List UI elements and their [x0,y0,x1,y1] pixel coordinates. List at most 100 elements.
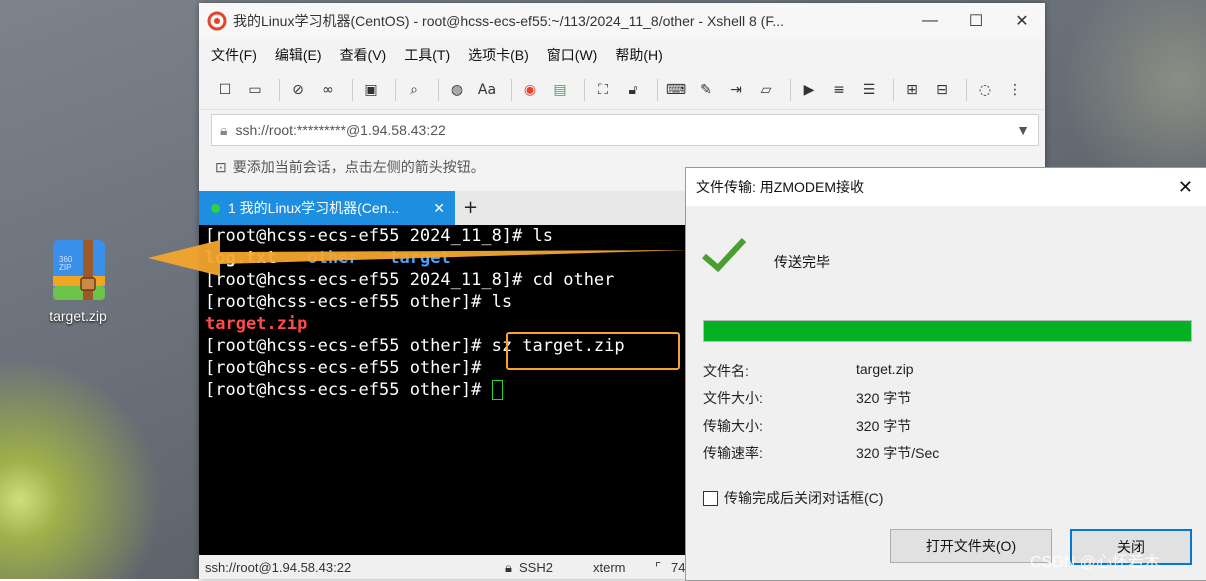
toolbar-separator [352,79,353,101]
address-text: ssh://root:*********@1.94.58.43:22 [235,122,446,138]
tab-close-icon[interactable]: ✕ [433,200,445,217]
chat-icon[interactable]: ◌ [973,78,997,102]
lock-address-icon: 🔒︎ [220,121,228,138]
session-properties-icon[interactable]: ▣ [359,78,383,102]
terminal-file-name: log.txt [205,248,308,268]
tab-label: 1 我的Linux学习机器(Cen... [228,200,400,216]
find-icon[interactable]: ⌕ [402,78,426,102]
terminal-cursor [491,380,503,400]
window-title: 我的Linux学习机器(CentOS) - root@hcss-ecs-ef55… [233,13,784,29]
menu-tabs[interactable]: 选项卡(B) [468,45,529,65]
checkbox-box[interactable] [703,490,718,506]
script-icon[interactable]: ▱ [754,78,778,102]
minimize-button[interactable]: — [907,12,953,30]
toolbar-separator [893,79,894,101]
status-size: 74 [671,560,686,575]
zip-type-text: ZIP [59,263,71,272]
dialog-title-bar[interactable]: 文件传输: 用ZMODEM接收 ✕ [686,168,1206,206]
new-session-icon[interactable]: ☐ [213,78,237,102]
dialog-close-icon[interactable]: ✕ [1178,177,1193,198]
chevron-down-icon[interactable]: ▼ [1016,122,1030,138]
file-size-label: 文件大小: [703,390,763,406]
address-bar[interactable]: 🔒︎ ssh://root:*********@1.94.58.43:22 ▼ [211,114,1039,146]
zmodem-dialog: 文件传输: 用ZMODEM接收 ✕ 传送完毕 文件名: target.zip 文… [685,167,1206,581]
disconnect-icon[interactable]: ⊘ [286,78,310,102]
progress-fill [704,321,1191,341]
command-highlight-box [506,332,680,370]
keyboard-icon[interactable]: ⌨ [664,78,688,102]
more-icon[interactable]: ⋮ [1003,78,1027,102]
menu-bar: 文件(F) 编辑(E) 查看(V) 工具(T) 选项卡(B) 窗口(W) 帮助(… [199,39,1045,71]
menu-edit[interactable]: 编辑(E) [275,45,322,65]
xshell-icon[interactable]: ◉ [518,78,542,102]
connected-status-icon [211,203,220,213]
fullscreen-icon[interactable]: ⛶ [591,78,615,102]
transfer-rate-value: 320 字节/Sec [856,445,940,461]
toolbar-separator [657,79,658,101]
new-tab-icon[interactable]: ⊞ [900,78,924,102]
hint-text: 要添加当前会话，点击左侧的箭头按钮。 [232,159,485,175]
terminal-command: ls [532,226,553,246]
terminal-file-name: other [307,248,390,268]
add-session-icon[interactable]: ⊡ [215,159,227,176]
zip-file-icon: 360 ZIP [45,236,111,306]
terminal-prompt: [root@hcss-ecs-ef55 other]# [205,292,492,312]
terminal-command: ls [491,292,513,312]
terminal-command: cd other [532,270,615,290]
notes-icon[interactable]: ☰ [857,78,881,102]
maximize-button[interactable]: ☐ [953,11,999,31]
title-bar[interactable]: 我的Linux学习机器(CentOS) - root@hcss-ecs-ef55… [199,3,1045,39]
menu-window[interactable]: 窗口(W) [547,45,598,65]
file-name-label: 文件名: [703,363,749,379]
transfer-size-label: 传输大小: [703,418,763,434]
run-script-icon[interactable]: ▶ [797,78,821,102]
status-session: ssh://root@1.94.58.43:22 [205,560,352,575]
toolbar-separator [279,79,280,101]
terminal-file-name: target [389,248,451,268]
status-protocol: SSH2 [519,560,553,575]
layout-icon[interactable]: ⊟ [930,78,954,102]
send-icon[interactable]: ⇥ [724,78,748,102]
menu-view[interactable]: 查看(V) [340,45,387,65]
dialog-title: 文件传输: 用ZMODEM接收 [696,179,864,195]
terminal-file-name: target.zip [205,314,308,334]
toolbar-separator [511,79,512,101]
add-tab-button[interactable]: + [463,197,478,218]
status-lock-icon: 🔒︎ [505,560,512,575]
check-icon [702,237,747,273]
highlight-pen-icon[interactable]: ✎ [694,78,718,102]
lock-icon[interactable]: 🔓︎ [621,78,645,102]
status-term: xterm [593,560,626,575]
dialog-body: 传送完毕 文件名: target.zip 文件大小: 320 字节 传输大小: … [686,206,1206,580]
menu-help[interactable]: 帮助(H) [615,45,662,65]
transfer-rate-label: 传输速率: [703,445,763,461]
file-name-value: target.zip [856,361,914,377]
globe-icon[interactable]: ◍ [445,78,469,102]
desktop-icon-target-zip[interactable]: 360 ZIP target.zip [36,236,120,324]
close-after-checkbox[interactable]: 传输完成后关闭对话框(C) [703,488,883,508]
toolbar-separator [790,79,791,101]
menu-file[interactable]: 文件(F) [211,45,257,65]
watermark: CSDN @心怀若木 [1030,554,1161,571]
menu-tools[interactable]: 工具(T) [404,45,450,65]
toolbar: ☐ ▭ ⊘ ∞ ▣ ⌕ ◍ Aa ◉ ▤ ⛶ 🔓︎ ⌨ ✎ ⇥ ▱ ▶ ≡ ☰ … [199,71,1045,110]
toolbar-separator [584,79,585,101]
terminal-prompt: [root@hcss-ecs-ef55 other]# [205,380,492,400]
font-icon[interactable]: Aa [475,78,499,102]
log-icon[interactable]: ≡ [827,78,851,102]
terminal-prompt: [root@hcss-ecs-ef55 2024_11_8]# [205,226,533,246]
terminal-prompt: [root@hcss-ecs-ef55 2024_11_8]# [205,270,533,290]
toolbar-separator [395,79,396,101]
close-window-button[interactable]: ✕ [999,11,1045,31]
xftp-icon[interactable]: ▤ [548,78,572,102]
open-folder-icon[interactable]: ▭ [243,78,267,102]
open-folder-button[interactable]: 打开文件夹(O) [890,529,1052,563]
session-hint: ⊡ 要添加当前会话，点击左侧的箭头按钮。 [215,157,485,177]
tab-session-1[interactable]: 1 我的Linux学习机器(Cen... ✕ [199,191,455,225]
checkbox-label: 传输完成后关闭对话框(C) [724,490,884,506]
toolbar-separator [966,79,967,101]
progress-bar [703,320,1192,342]
transfer-size-value: 320 字节 [856,418,912,434]
link-icon[interactable]: ∞ [316,78,340,102]
terminal-prompt: [root@hcss-ecs-ef55 other]# [205,358,492,378]
